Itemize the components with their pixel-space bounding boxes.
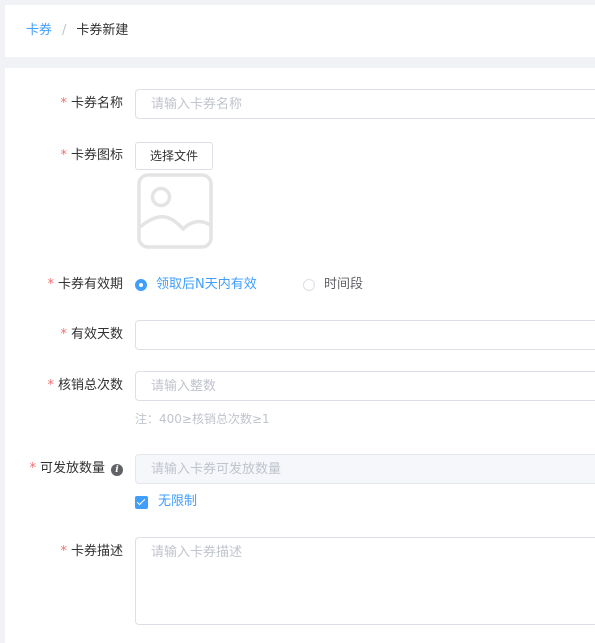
description-label: * 卡券描述 <box>60 544 123 559</box>
issue-quantity-label: * 可发放数量 i <box>29 461 123 477</box>
breadcrumb-current: 卡券新建 <box>76 23 129 38</box>
valid-days-label: * 有效天数 <box>60 327 123 342</box>
radio-valid-n-days[interactable]: 领取后N天内有效 <box>135 277 257 293</box>
coupon-name-label: * 卡券名称 <box>60 96 123 111</box>
choose-file-button[interactable]: 选择文件 <box>135 142 214 170</box>
coupon-name-input[interactable] <box>135 89 595 119</box>
valid-days-input[interactable] <box>135 320 595 350</box>
required-mark: * <box>60 327 67 342</box>
breadcrumb-separator: / <box>62 23 67 38</box>
breadcrumb-bar: 卡券 / 卡券新建 <box>5 5 595 57</box>
required-mark: * <box>47 277 54 292</box>
radio-unchecked-icon <box>303 279 315 291</box>
unlimited-checkbox[interactable]: 无限制 <box>135 494 197 510</box>
issue-quantity-input[interactable] <box>135 454 595 484</box>
required-mark: * <box>29 461 36 476</box>
redeem-count-hint: 注：400≥核销总次数≥1 <box>135 412 270 426</box>
description-textarea[interactable] <box>135 537 595 625</box>
redeem-count-input[interactable] <box>135 371 595 401</box>
radio-label: 领取后N天内有效 <box>156 277 257 292</box>
radio-checked-icon <box>135 279 147 291</box>
required-mark: * <box>60 544 67 559</box>
required-mark: * <box>60 148 67 163</box>
radio-time-range[interactable]: 时间段 <box>303 277 363 293</box>
checkbox-checked-icon <box>135 495 148 509</box>
image-placeholder-icon <box>137 173 213 249</box>
redeem-count-label: * 核销总次数 <box>47 378 123 393</box>
required-mark: * <box>47 378 54 393</box>
info-icon[interactable]: i <box>111 464 123 476</box>
unlimited-label: 无限制 <box>158 494 198 509</box>
breadcrumb: 卡券 / 卡券新建 <box>26 23 128 39</box>
radio-label: 时间段 <box>324 277 364 292</box>
coupon-validity-label: * 卡券有效期 <box>47 277 123 292</box>
coupon-icon-label: * 卡券图标 <box>60 148 123 163</box>
breadcrumb-link-coupon[interactable]: 卡券 <box>26 23 52 38</box>
required-mark: * <box>60 96 67 111</box>
